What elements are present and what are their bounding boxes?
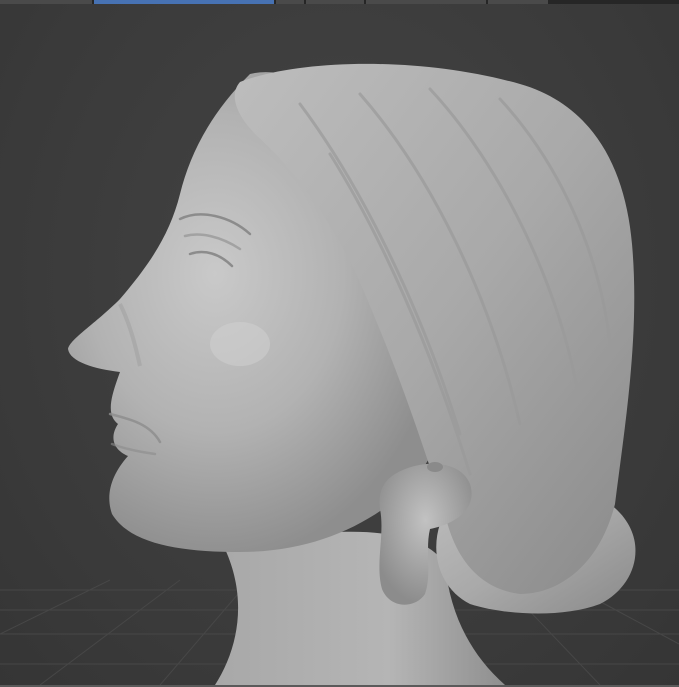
ear-hole: [427, 462, 443, 472]
cheek-highlight: [210, 322, 270, 366]
viewport-canvas[interactable]: [0, 4, 679, 685]
sculpt-app: [0, 0, 679, 687]
3d-viewport[interactable]: [0, 4, 679, 685]
